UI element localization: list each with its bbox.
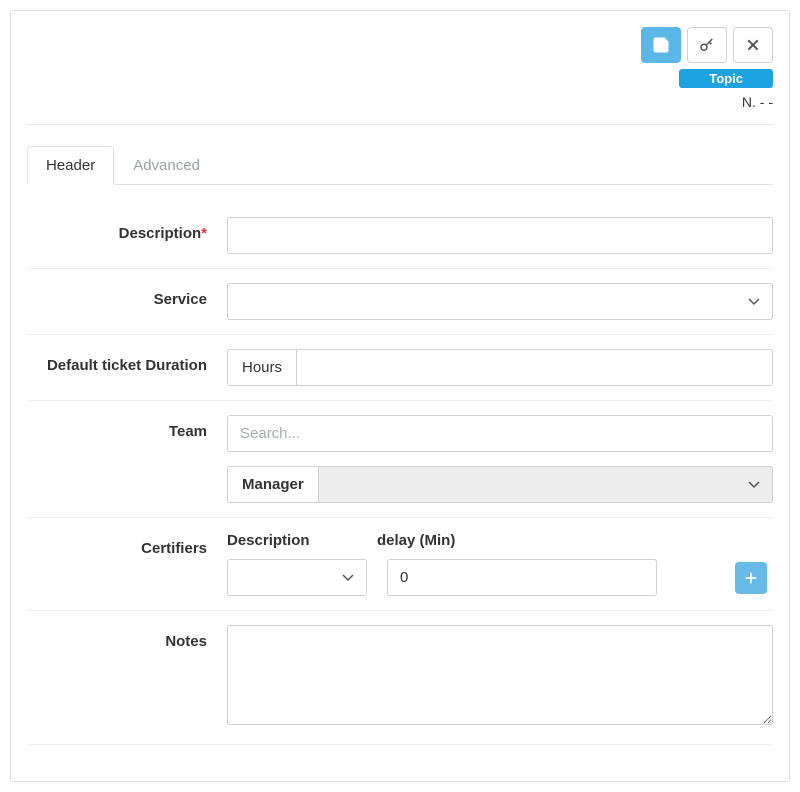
duration-unit: Hours [227, 349, 296, 386]
tab-header[interactable]: Header [27, 146, 114, 185]
certifier-row [227, 559, 773, 596]
key-button[interactable] [687, 27, 727, 63]
save-icon [652, 36, 670, 54]
certifiers-label: Certifiers [27, 532, 227, 596]
certifiers-col-description: Description [227, 532, 377, 549]
certifier-delay-input[interactable] [387, 559, 657, 596]
duration-label: Default ticket Duration [27, 349, 227, 386]
key-icon [698, 36, 716, 54]
topic-form-panel: Topic N. - - Header Advanced Description… [10, 10, 790, 782]
close-icon [745, 37, 761, 53]
notes-textarea[interactable] [227, 625, 773, 725]
tab-advanced[interactable]: Advanced [114, 146, 219, 185]
description-label: Description* [27, 217, 227, 254]
save-button[interactable] [641, 27, 681, 63]
toolbar [27, 27, 773, 63]
manager-label: Manager [227, 466, 318, 503]
duration-input[interactable] [296, 349, 773, 386]
plus-icon [743, 570, 759, 586]
close-button[interactable] [733, 27, 773, 63]
type-badge: Topic [679, 69, 773, 88]
add-certifier-button[interactable] [735, 562, 767, 594]
certifiers-col-delay: delay (Min) [377, 532, 657, 549]
notes-label: Notes [27, 625, 227, 730]
service-select[interactable] [227, 283, 773, 320]
team-search-input[interactable] [227, 415, 773, 452]
tabs: Header Advanced [27, 145, 773, 185]
team-label: Team [27, 415, 227, 503]
description-input[interactable] [227, 217, 773, 254]
manager-select[interactable] [318, 466, 773, 503]
service-label: Service [27, 283, 227, 320]
record-number: N. - - [27, 94, 773, 125]
certifier-description-select[interactable] [227, 559, 367, 596]
